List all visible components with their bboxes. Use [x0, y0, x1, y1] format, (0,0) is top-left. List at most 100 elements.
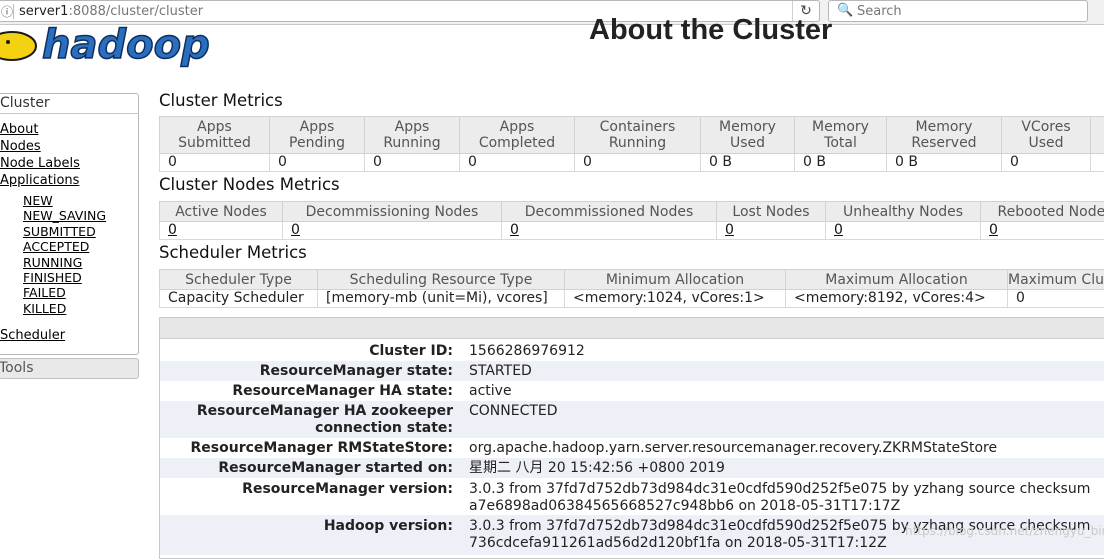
page-title: About the Cluster: [589, 14, 832, 47]
sidebar-header-tools[interactable]: Tools: [0, 358, 139, 379]
decommissioning-nodes-link[interactable]: 0: [291, 222, 300, 238]
col-memory-total[interactable]: MemoryTotal: [795, 117, 887, 154]
sidebar-app-new[interactable]: NEW: [23, 193, 53, 208]
active-nodes-link[interactable]: 0: [168, 222, 177, 238]
search-input[interactable]: 🔍 Search: [828, 0, 1088, 22]
header-line-1: Apps: [197, 119, 232, 135]
cluster-overview-header: [160, 318, 1104, 339]
search-icon: 🔍: [837, 1, 853, 21]
sidebar-app-running[interactable]: RUNNING: [23, 255, 82, 270]
col-unhealthy-nodes[interactable]: Unhealthy Nodes: [826, 202, 981, 222]
info-row-rm-ha-state: ResourceManager HA state: active: [160, 381, 1104, 401]
sidebar-header-cluster[interactable]: Cluster: [0, 94, 139, 114]
col-active-nodes[interactable]: Active Nodes: [160, 202, 283, 222]
cluster-metrics-title: Cluster Metrics: [159, 91, 283, 110]
lost-nodes-link[interactable]: 0: [725, 222, 734, 238]
sidebar-app-accepted[interactable]: ACCEPTED: [23, 239, 89, 254]
cell-memory-used: 0 B: [701, 154, 795, 172]
col-maximum-allocation[interactable]: Maximum Allocation: [786, 270, 1008, 290]
cell-decommissioned-nodes: 0: [502, 222, 717, 240]
sidebar-app-failed[interactable]: FAILED: [23, 285, 66, 300]
cluster-overview-panel: Cluster ID: 1566286976912 ResourceManage…: [159, 317, 1104, 559]
col-apps-submitted[interactable]: AppsSubmitted: [160, 117, 270, 154]
table-row: Capacity Scheduler [memory-mb (unit=Mi),…: [160, 290, 1104, 308]
hadoop-logo[interactable]: hadoop: [0, 26, 274, 70]
sidebar-app-new-saving[interactable]: NEW_SAVING: [23, 208, 106, 223]
table-row: 0 0 0 0 0 0: [160, 222, 1104, 240]
info-icon[interactable]: ⓘ: [1, 1, 13, 23]
sidebar-item-applications[interactable]: Applications: [0, 173, 79, 188]
info-key: ResourceManager state:: [160, 363, 453, 380]
cell-scheduler-type: Capacity Scheduler: [160, 290, 318, 308]
info-value: org.apache.hadoop.yarn.server.resourcema…: [469, 440, 1104, 457]
col-decommissioned-nodes[interactable]: Decommissioned Nodes: [502, 202, 717, 222]
logo-text: hadoop: [42, 26, 210, 68]
col-apps-pending[interactable]: AppsPending: [270, 117, 365, 154]
sidebar-app-submitted[interactable]: SUBMITTED: [23, 224, 96, 239]
cell-containers-running: 0: [575, 154, 701, 172]
url-text: server1:8088/cluster/cluster: [19, 1, 203, 23]
info-key: ResourceManager started on:: [160, 460, 453, 477]
col-vcores-used[interactable]: VCoresUsed: [1002, 117, 1091, 154]
col-truncated[interactable]: [1091, 117, 1104, 154]
info-row-rm-started: ResourceManager started on: 星期二 八月 20 15…: [160, 458, 1104, 478]
sidebar-app-finished[interactable]: FINISHED: [23, 270, 82, 285]
col-memory-reserved[interactable]: MemoryReserved: [887, 117, 1002, 154]
header-line-1: Containers: [600, 119, 676, 135]
sidebar-item-about[interactable]: About: [0, 122, 38, 137]
header-line-2: Pending: [289, 135, 345, 151]
col-decommissioning-nodes[interactable]: Decommissioning Nodes: [283, 202, 502, 222]
col-scheduler-type[interactable]: Scheduler Type: [160, 270, 318, 290]
cell-truncated: [1091, 154, 1104, 172]
cell-unhealthy-nodes: 0: [826, 222, 981, 240]
cell-apps-running: 0: [365, 154, 460, 172]
header-line-2: Submitted: [178, 135, 251, 151]
info-row-rm-ha-zk: ResourceManager HA zookeeper connection …: [160, 401, 1104, 438]
col-memory-used[interactable]: MemoryUsed: [701, 117, 795, 154]
col-scheduling-resource-type[interactable]: Scheduling Resource Type: [318, 270, 565, 290]
info-value: 1566286976912: [469, 343, 1104, 360]
col-minimum-allocation[interactable]: Minimum Allocation: [565, 270, 786, 290]
info-key: ResourceManager RMStateStore:: [160, 440, 453, 457]
info-row-rm-statestore: ResourceManager RMStateStore: org.apache…: [160, 438, 1104, 458]
cell-minimum-allocation: <memory:1024, vCores:1>: [565, 290, 786, 308]
decommissioned-nodes-link[interactable]: 0: [510, 222, 519, 238]
info-value: CONNECTED: [469, 403, 1104, 420]
url-path: :8088/cluster/cluster: [68, 4, 203, 19]
rebooted-nodes-link[interactable]: 0: [989, 222, 998, 238]
cell-apps-pending: 0: [270, 154, 365, 172]
col-rebooted-nodes[interactable]: Rebooted Nodes: [981, 202, 1104, 222]
table-row: 0 0 0 0 0 0 B 0 B 0 B 0: [160, 154, 1104, 172]
col-apps-completed[interactable]: AppsCompleted: [460, 117, 575, 154]
sidebar-item-node-labels[interactable]: Node Labels: [0, 156, 80, 171]
header-line-1: Memory: [916, 119, 973, 135]
scheduler-metrics-title: Scheduler Metrics: [159, 243, 307, 262]
info-value: 3.0.3 from 37fd7d752db73d984dc31e0cdfd59…: [469, 481, 1094, 515]
header-line-2: Reserved: [911, 135, 976, 151]
header-line-1: Memory: [719, 119, 776, 135]
unhealthy-nodes-link[interactable]: 0: [834, 222, 843, 238]
cell-max-app-priority: 0: [1008, 290, 1104, 308]
header-line-2: Running: [383, 135, 440, 151]
sidebar-item-scheduler[interactable]: Scheduler: [0, 328, 65, 343]
cell-memory-reserved: 0 B: [887, 154, 1002, 172]
info-value: active: [469, 383, 1104, 400]
info-value: STARTED: [469, 363, 1104, 380]
col-max-app-priority[interactable]: Maximum Cluster Application Priority: [1008, 270, 1104, 290]
cell-active-nodes: 0: [160, 222, 283, 240]
cell-vcores-used: 0: [1002, 154, 1091, 172]
col-lost-nodes[interactable]: Lost Nodes: [717, 202, 826, 222]
info-key: ResourceManager version:: [160, 481, 453, 498]
sidebar-item-nodes[interactable]: Nodes: [0, 139, 41, 154]
header-line-1: Apps: [395, 119, 430, 135]
cluster-metrics-table: AppsSubmitted AppsPending AppsRunning Ap…: [159, 116, 1104, 172]
col-apps-running[interactable]: AppsRunning: [365, 117, 460, 154]
header-line-2: Running: [609, 135, 666, 151]
header-line-1: Memory: [812, 119, 869, 135]
col-containers-running[interactable]: ContainersRunning: [575, 117, 701, 154]
browser-toolbar: ⓘ server1:8088/cluster/cluster ↻ 🔍 Searc…: [0, 0, 1104, 25]
nodes-metrics-title: Cluster Nodes Metrics: [159, 175, 340, 194]
cell-scheduling-resource-type: [memory-mb (unit=Mi), vcores]: [318, 290, 565, 308]
sidebar-app-killed[interactable]: KILLED: [23, 301, 66, 316]
cell-decommissioning-nodes: 0: [283, 222, 502, 240]
